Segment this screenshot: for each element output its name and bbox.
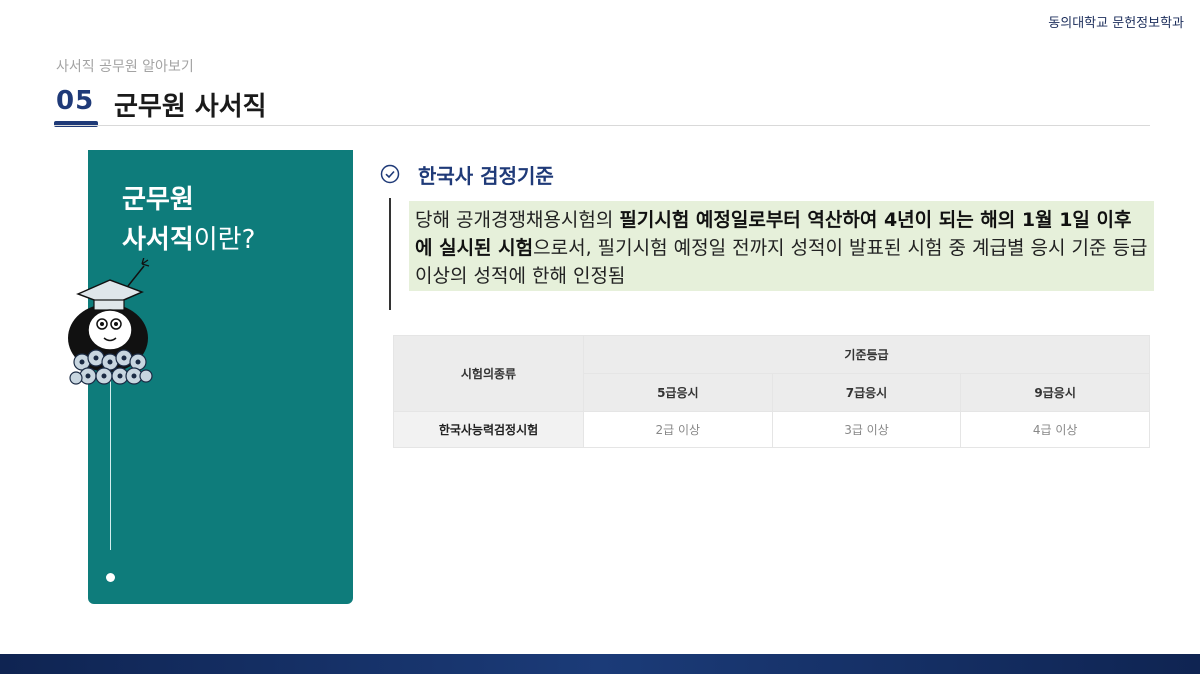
table-cell-grade: 3급 이상 — [771, 411, 962, 448]
sidebar-card-heading: 군무원 사서직이란? — [122, 180, 255, 260]
criteria-description: 당해 공개경쟁채용시험의 필기시험 예정일로부터 역산하여 4년이 되는 해의 … — [409, 201, 1154, 291]
table-header-col: 7급응시 — [771, 373, 962, 412]
table-cell-grade: 2급 이상 — [583, 411, 773, 448]
table-row: 한국사능력검정시험 2급 이상 3급 이상 4급 이상 — [393, 411, 1150, 448]
table-header-grade-group: 기준등급 — [583, 335, 1150, 374]
title-divider — [54, 125, 1150, 126]
graduate-mascot-icon — [68, 258, 153, 385]
section-number-underline — [54, 121, 98, 127]
criteria-text-part1: 당해 공개경쟁채용시험의 — [415, 209, 620, 231]
table-header-exam-type: 시험의종류 — [393, 335, 584, 412]
table-cell-grade: 4급 이상 — [960, 411, 1150, 448]
section-heading: 한국사 검정기준 — [418, 164, 554, 188]
footer-bar — [0, 654, 1200, 674]
page-subtitle: 사서직 공무원 알아보기 — [56, 59, 194, 75]
table-cell-exam: 한국사능력검정시험 — [393, 411, 584, 448]
sidebar-timeline-dot — [106, 573, 115, 582]
section-number: 05 — [56, 86, 95, 116]
grade-table: 시험의종류 기준등급 5급응시 7급응시 9급응시 한국사능력검정시험 2급 이… — [393, 335, 1150, 448]
sidebar-card-line2-rest: 이란? — [193, 225, 256, 255]
page-title: 군무원 사서직 — [114, 92, 267, 122]
table-header-col: 5급응시 — [583, 373, 773, 412]
sidebar-card-line2-bold: 사서직 — [122, 225, 194, 255]
sidebar-timeline-line — [110, 380, 111, 550]
sidebar-card-line1: 군무원 — [122, 185, 194, 215]
sidebar-card-line2: 사서직이란? — [122, 220, 255, 260]
table-header-col: 9급응시 — [960, 373, 1150, 412]
university-name: 동의대학교 문헌정보학과 — [1048, 16, 1184, 31]
quote-bar — [389, 198, 391, 310]
check-circle-icon — [380, 164, 400, 184]
